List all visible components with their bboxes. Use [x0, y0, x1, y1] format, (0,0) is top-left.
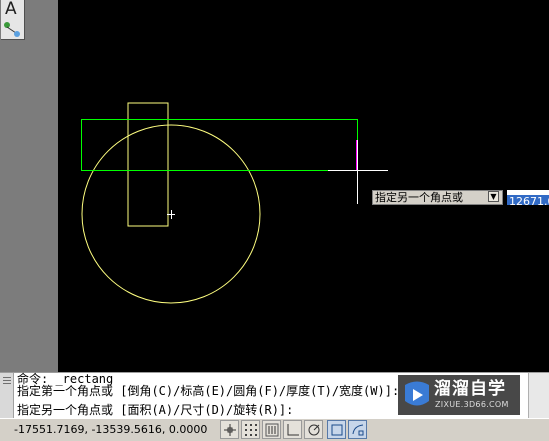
text-tool-glyph: A [5, 0, 17, 19]
dynamic-input-prompt: 指定另一个角点或 [372, 190, 503, 205]
cursor-coordinates: -17551.7169, -13539.5616, 0.0000 [14, 423, 208, 436]
command-window-scrollbar[interactable] [528, 373, 549, 419]
object-snap-button[interactable] [327, 420, 346, 439]
snap-mode-icon [224, 424, 236, 436]
drawing-canvas[interactable] [58, 0, 549, 372]
snap-mode-button[interactable] [220, 420, 239, 439]
down-arrow-icon[interactable]: ▼ [488, 191, 499, 202]
dynamic-ucs-icon [308, 424, 320, 436]
object-snap-icon [331, 424, 343, 436]
grid-display-button[interactable] [241, 420, 260, 439]
grid-display-icon [245, 424, 257, 436]
left-toolbar: A [0, 0, 58, 372]
ortho-mode-button[interactable] [262, 420, 281, 439]
ortho-mode-icon [265, 423, 279, 437]
polar-tracking-button[interactable] [283, 420, 302, 439]
drawn-small-rectangle[interactable] [127, 102, 169, 227]
rectangle-preview [81, 119, 358, 171]
status-bar: -17551.7169, -13539.5616, 0.0000 [0, 418, 549, 441]
play-logo-icon [405, 381, 429, 406]
object-snap-tracking-icon [352, 424, 364, 436]
command-history-line: 指定第一个角点或 [倒角(C)/标高(E)/圆角(F)/厚度(T)/宽度(W)]… [17, 384, 400, 398]
watermark-url: ZIXUE.3D66.COM [435, 400, 509, 409]
command-window-grip[interactable] [0, 373, 14, 419]
polar-tracking-icon [287, 424, 299, 436]
dynamic-ucs-button[interactable] [304, 420, 323, 439]
command-prompt-line[interactable]: 指定另一个角点或 [面积(A)/尺寸(D)/旋转(R)]: [17, 404, 293, 417]
drawing-area[interactable]: 指定另一个角点或 ▼ 12671.0 [58, 0, 549, 372]
multiline-text-tool-button[interactable]: A [1, 0, 25, 40]
watermark: 溜溜自学 ZIXUE.3D66.COM [398, 375, 520, 415]
object-snap-tracking-button[interactable] [348, 420, 367, 439]
dynamic-input-value: 12671.0 [507, 195, 549, 205]
multiline-text-icon [4, 22, 20, 37]
dynamic-input-value-field[interactable]: 12671.0 [507, 190, 549, 205]
watermark-title: 溜溜自学 [434, 379, 506, 399]
